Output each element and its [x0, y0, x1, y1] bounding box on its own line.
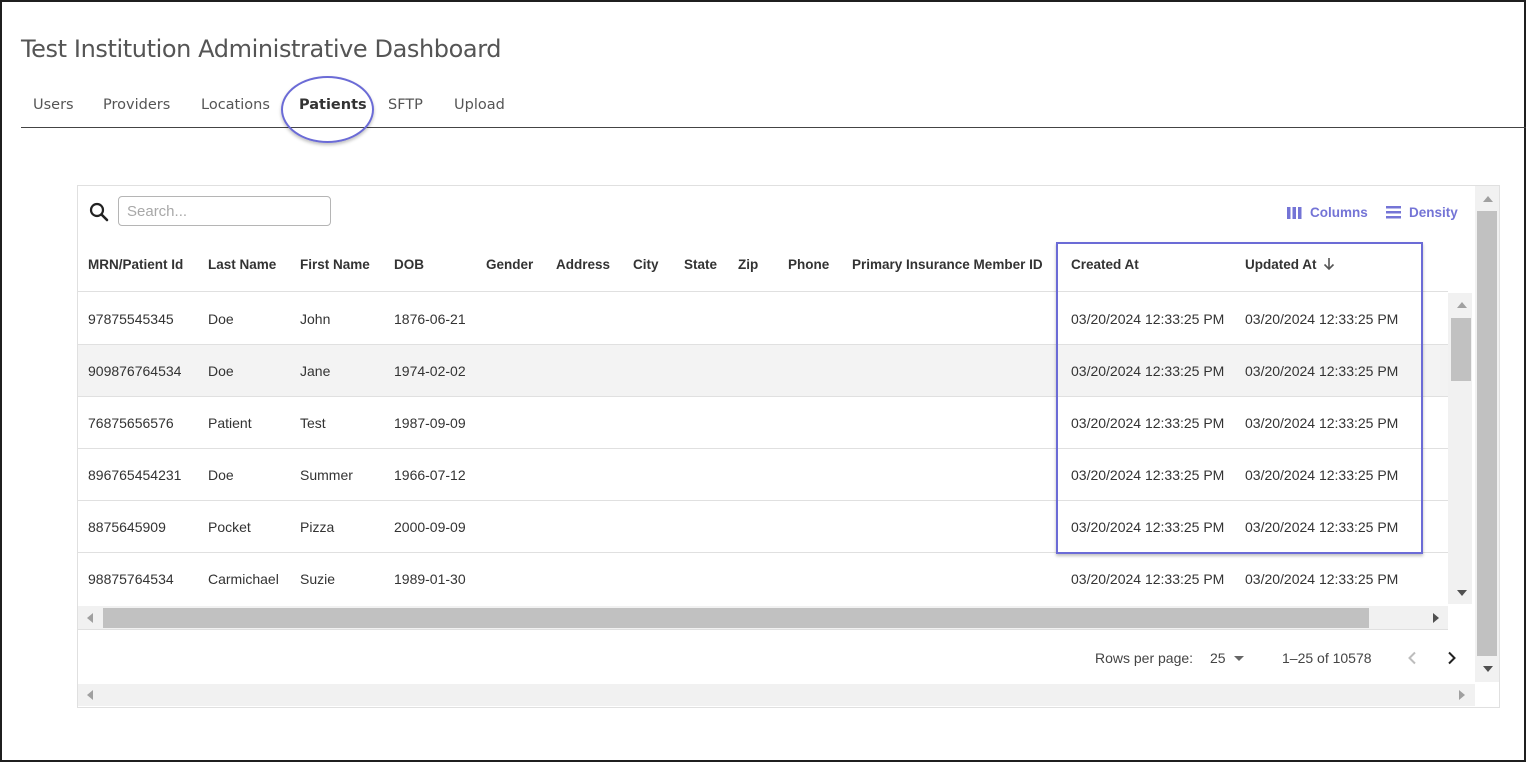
cell-updated-at: 03/20/2024 12:33:25 PM — [1245, 467, 1399, 483]
next-page-icon[interactable] — [1440, 646, 1464, 670]
table-vertical-scroll-thumb[interactable] — [1451, 318, 1471, 381]
rows-per-page-label: Rows per page: — [1095, 650, 1194, 666]
cell-mrn: 76875656576 — [88, 415, 174, 431]
cell-mrn: 98875764534 — [88, 571, 174, 587]
density-icon — [1386, 206, 1401, 219]
dropdown-caret-icon — [1233, 655, 1244, 661]
cell-dob: 1989-01-30 — [394, 571, 466, 587]
density-button-label: Density — [1409, 205, 1458, 220]
cell-first-name: John — [300, 311, 331, 327]
column-header-mrn[interactable]: MRN/Patient Id — [88, 257, 183, 272]
cell-created-at: 03/20/2024 12:33:25 PM — [1071, 519, 1225, 535]
column-header-updated-at-label: Updated At — [1245, 257, 1317, 272]
column-header-last-name[interactable]: Last Name — [208, 257, 276, 272]
cell-dob: 1987-09-09 — [394, 415, 466, 431]
cell-dob: 2000-09-09 — [394, 519, 466, 535]
table-row[interactable]: 98875764534 Carmichael Suzie 1989-01-30 … — [78, 553, 1448, 604]
scroll-up-arrow-icon[interactable] — [1457, 302, 1467, 308]
cell-dob: 1876-06-21 — [394, 311, 466, 327]
cell-updated-at: 03/20/2024 12:33:25 PM — [1245, 571, 1399, 587]
cell-first-name: Test — [300, 415, 326, 431]
patients-data-grid: Columns Density MRN/Patient Id Last Name… — [77, 185, 1500, 708]
cell-dob: 1966-07-12 — [394, 467, 466, 483]
cell-updated-at: 03/20/2024 12:33:25 PM — [1245, 415, 1399, 431]
table-header: MRN/Patient Id Last Name First Name DOB … — [78, 239, 1448, 292]
scroll-right-arrow-icon[interactable] — [1433, 613, 1439, 623]
cell-mrn: 97875545345 — [88, 311, 174, 327]
page-title: Test Institution Administrative Dashboar… — [21, 35, 502, 63]
pagination-footer: Rows per page: 25 1–25 of 10578 — [78, 631, 1474, 683]
search-icon[interactable] — [88, 201, 110, 223]
panel-scroll-down-arrow-icon[interactable] — [1483, 666, 1493, 672]
tab-providers[interactable]: Providers — [103, 97, 170, 113]
cell-updated-at: 03/20/2024 12:33:25 PM — [1245, 519, 1399, 535]
cell-first-name: Pizza — [300, 519, 335, 535]
column-header-address[interactable]: Address — [556, 257, 610, 272]
cell-mrn: 896765454231 — [88, 467, 182, 483]
tab-bar: Users Providers Locations Patients SFTP … — [21, 90, 1526, 128]
search-input[interactable] — [118, 196, 331, 226]
cell-created-at: 03/20/2024 12:33:25 PM — [1071, 311, 1225, 327]
panel-horizontal-scrollbar[interactable] — [78, 684, 1475, 706]
cell-first-name: Jane — [300, 363, 331, 379]
cell-mrn: 909876764534 — [88, 363, 182, 379]
rows-per-page-select[interactable]: 25 — [1210, 650, 1244, 666]
cell-last-name: Patient — [208, 415, 252, 431]
columns-icon — [1287, 206, 1302, 219]
table-row[interactable]: 909876764534 Doe Jane 1974-02-02 03/20/2… — [78, 345, 1448, 397]
columns-button-label: Columns — [1310, 205, 1368, 220]
tab-users[interactable]: Users — [33, 97, 74, 113]
tab-patients[interactable]: Patients — [299, 97, 367, 113]
cell-created-at: 03/20/2024 12:33:25 PM — [1071, 571, 1225, 587]
tab-locations[interactable]: Locations — [201, 97, 270, 113]
column-header-dob[interactable]: DOB — [394, 257, 424, 272]
cell-first-name: Suzie — [300, 571, 336, 587]
columns-button[interactable]: Columns — [1287, 205, 1368, 220]
panel-scroll-up-arrow-icon[interactable] — [1483, 196, 1493, 202]
previous-page-icon[interactable] — [1400, 646, 1424, 670]
cell-last-name: Doe — [208, 311, 234, 327]
app-frame: Test Institution Administrative Dashboar… — [0, 0, 1526, 762]
cell-created-at: 03/20/2024 12:33:25 PM — [1071, 363, 1225, 379]
cell-first-name: Summer — [300, 467, 353, 483]
column-header-first-name[interactable]: First Name — [300, 257, 370, 272]
pagination-range: 1–25 of 10578 — [1282, 650, 1372, 666]
cell-last-name: Pocket — [208, 519, 251, 535]
column-header-phone[interactable]: Phone — [788, 257, 829, 272]
sort-descending-icon[interactable] — [1323, 257, 1335, 274]
scroll-down-arrow-icon[interactable] — [1457, 590, 1467, 596]
column-header-created-at[interactable]: Created At — [1071, 257, 1139, 272]
column-header-state[interactable]: State — [684, 257, 717, 272]
panel-scroll-right-arrow-icon[interactable] — [1459, 690, 1465, 700]
cell-last-name: Doe — [208, 467, 234, 483]
tab-sftp[interactable]: SFTP — [388, 97, 423, 113]
tab-upload[interactable]: Upload — [454, 97, 505, 113]
table-row[interactable]: 896765454231 Doe Summer 1966-07-12 03/20… — [78, 449, 1448, 501]
cell-mrn: 8875645909 — [88, 519, 166, 535]
table-row[interactable]: 8875645909 Pocket Pizza 2000-09-09 03/20… — [78, 501, 1448, 553]
column-header-updated-at[interactable]: Updated At — [1245, 257, 1335, 274]
cell-created-at: 03/20/2024 12:33:25 PM — [1071, 415, 1225, 431]
density-button[interactable]: Density — [1386, 205, 1458, 220]
rows-per-page-value: 25 — [1210, 650, 1226, 666]
table-horizontal-scroll-thumb[interactable] — [103, 608, 1369, 628]
cell-last-name: Carmichael — [208, 571, 279, 587]
column-header-insurance-id[interactable]: Primary Insurance Member ID — [852, 257, 1043, 272]
table-body: 97875545345 Doe John 1876-06-21 03/20/20… — [78, 293, 1448, 604]
cell-last-name: Doe — [208, 363, 234, 379]
scroll-left-arrow-icon[interactable] — [87, 613, 93, 623]
table-row[interactable]: 76875656576 Patient Test 1987-09-09 03/2… — [78, 397, 1448, 449]
column-header-zip[interactable]: Zip — [738, 257, 758, 272]
cell-dob: 1974-02-02 — [394, 363, 466, 379]
column-header-city[interactable]: City — [633, 257, 659, 272]
cell-created-at: 03/20/2024 12:33:25 PM — [1071, 467, 1225, 483]
panel-scroll-left-arrow-icon[interactable] — [87, 690, 93, 700]
cell-updated-at: 03/20/2024 12:33:25 PM — [1245, 363, 1399, 379]
table-row[interactable]: 97875545345 Doe John 1876-06-21 03/20/20… — [78, 293, 1448, 345]
column-header-gender[interactable]: Gender — [486, 257, 533, 272]
panel-vertical-scroll-thumb[interactable] — [1477, 211, 1497, 656]
cell-updated-at: 03/20/2024 12:33:25 PM — [1245, 311, 1399, 327]
